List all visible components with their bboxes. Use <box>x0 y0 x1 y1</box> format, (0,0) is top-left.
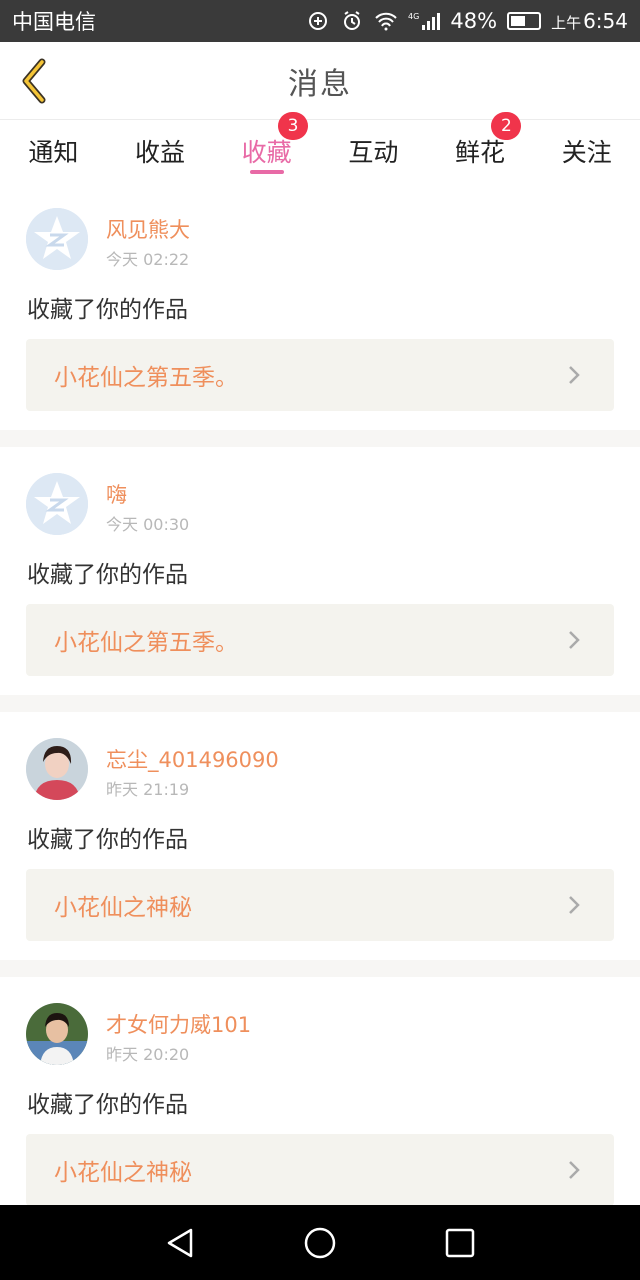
chevron-right-icon <box>554 620 594 660</box>
user-name[interactable]: 嗨 <box>106 479 127 509</box>
svg-text:4G: 4G <box>408 12 419 21</box>
action-text: 收藏了你的作品 <box>27 562 188 588</box>
screen: 中国电信 4G 48% 上午 6:54 消息 通知 收益 收藏 3 互动 鲜花 … <box>0 0 640 1280</box>
work-title: 小花仙之第五季。 <box>54 630 238 656</box>
action-text: 收藏了你的作品 <box>27 827 188 853</box>
default-avatar-icon <box>26 208 88 270</box>
action-text: 收藏了你的作品 <box>27 1092 188 1118</box>
circle-home-icon <box>304 1227 336 1258</box>
square-recents-icon <box>445 1228 475 1257</box>
tab-flowers[interactable]: 鲜花 2 <box>427 112 534 182</box>
avatar[interactable] <box>26 473 88 535</box>
wifi-icon <box>374 9 398 33</box>
list-item: 风见熊大 今天 02:22 收藏了你的作品 小花仙之第五季。 <box>0 182 640 430</box>
tab-earnings[interactable]: 收益 <box>107 120 214 182</box>
active-tab-indicator <box>249 170 284 174</box>
alarm-icon <box>340 9 364 33</box>
data-saver-icon <box>306 9 330 33</box>
work-link[interactable]: 小花仙之神秘 <box>26 869 614 941</box>
nav-recents-button[interactable] <box>430 1213 490 1273</box>
tab-follows[interactable]: 关注 <box>533 120 640 182</box>
list-item: 才女何力威101 昨天 20:20 收藏了你的作品 小花仙之神秘 <box>0 977 640 1225</box>
triangle-back-icon <box>167 1228 193 1257</box>
work-title: 小花仙之神秘 <box>54 895 192 921</box>
carrier-name: 中国电信 <box>12 10 96 34</box>
action-text: 收藏了你的作品 <box>27 297 188 323</box>
avatar[interactable] <box>26 1003 88 1065</box>
tab-label: 通知 <box>28 138 79 167</box>
app-header: 消息 <box>0 42 640 120</box>
chevron-right-icon <box>554 355 594 395</box>
nav-back-button[interactable] <box>150 1213 210 1273</box>
nav-home-button[interactable] <box>290 1213 350 1273</box>
work-title: 小花仙之第五季。 <box>54 365 238 391</box>
user-name[interactable]: 风见熊大 <box>106 214 190 244</box>
work-link[interactable]: 小花仙之第五季。 <box>26 339 614 411</box>
work-link[interactable]: 小花仙之神秘 <box>26 1134 614 1206</box>
tab-favorites[interactable]: 收藏 3 <box>213 112 320 182</box>
tab-label: 互动 <box>348 138 399 167</box>
tab-interactions[interactable]: 互动 <box>320 120 427 182</box>
system-nav-bar <box>0 1205 640 1280</box>
chevron-right-icon <box>554 885 594 925</box>
tab-label: 收藏 <box>241 138 292 167</box>
back-button[interactable] <box>14 58 54 104</box>
user-name[interactable]: 忘尘_401496090 <box>106 744 279 774</box>
default-avatar-icon <box>26 473 88 535</box>
clock: 上午 6:54 <box>551 9 628 33</box>
unread-badge: 3 <box>278 112 309 140</box>
work-link[interactable]: 小花仙之第五季。 <box>26 604 614 676</box>
list-item: 嗨 今天 00:30 收藏了你的作品 小花仙之第五季。 <box>0 447 640 695</box>
clock-ampm: 上午 <box>551 14 582 32</box>
chevron-right-icon <box>554 1150 594 1190</box>
battery-percent: 48% <box>450 9 498 33</box>
list-item: 忘尘_401496090 昨天 21:19 收藏了你的作品 小花仙之神秘 <box>0 712 640 960</box>
tab-label: 收益 <box>135 138 186 167</box>
timestamp: 今天 02:22 <box>106 250 190 269</box>
signal-icon: 4G <box>408 9 441 33</box>
timestamp: 今天 00:30 <box>106 515 190 534</box>
page-title: 消息 <box>288 66 352 102</box>
tab-label: 关注 <box>561 138 612 167</box>
tab-bar: 通知 收益 收藏 3 互动 鲜花 2 关注 <box>0 112 640 182</box>
message-list: 风见熊大 今天 02:22 收藏了你的作品 小花仙之第五季。 嗨 今天 00:3… <box>0 182 640 1242</box>
timestamp: 昨天 21:19 <box>106 780 190 799</box>
tab-notifications[interactable]: 通知 <box>0 120 107 182</box>
user-photo-icon <box>26 1003 88 1065</box>
avatar[interactable] <box>26 738 88 800</box>
status-bar: 中国电信 4G 48% 上午 6:54 <box>0 0 640 42</box>
avatar[interactable] <box>26 208 88 270</box>
clock-time: 6:54 <box>583 9 628 33</box>
unread-badge: 2 <box>491 112 522 140</box>
timestamp: 昨天 20:20 <box>106 1045 190 1064</box>
work-title: 小花仙之神秘 <box>54 1160 192 1186</box>
user-photo-icon <box>26 738 88 800</box>
status-icons: 4G 48% 上午 6:54 <box>306 9 628 33</box>
battery-icon <box>507 12 542 30</box>
user-name[interactable]: 才女何力威101 <box>106 1009 251 1039</box>
chevron-left-icon <box>22 58 46 104</box>
